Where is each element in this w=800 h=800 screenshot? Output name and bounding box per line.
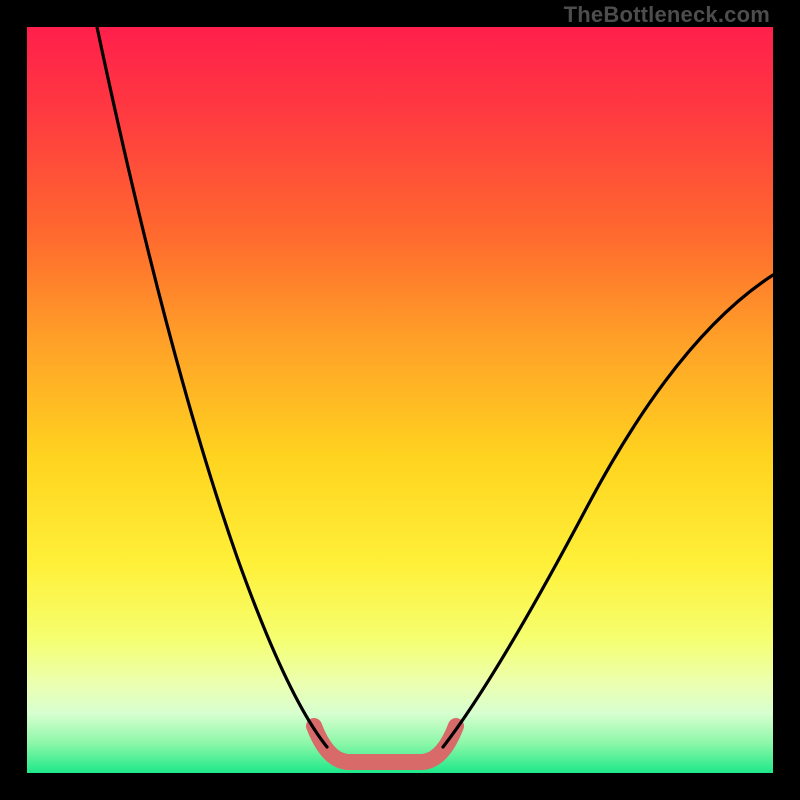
plot-area xyxy=(27,27,773,773)
chart-curves xyxy=(27,27,773,773)
bottom-highlight-curve xyxy=(314,726,456,762)
watermark-text: TheBottleneck.com xyxy=(564,2,770,28)
chart-frame: TheBottleneck.com xyxy=(0,0,800,800)
right-black-curve xyxy=(443,275,773,747)
left-black-curve xyxy=(97,27,327,747)
